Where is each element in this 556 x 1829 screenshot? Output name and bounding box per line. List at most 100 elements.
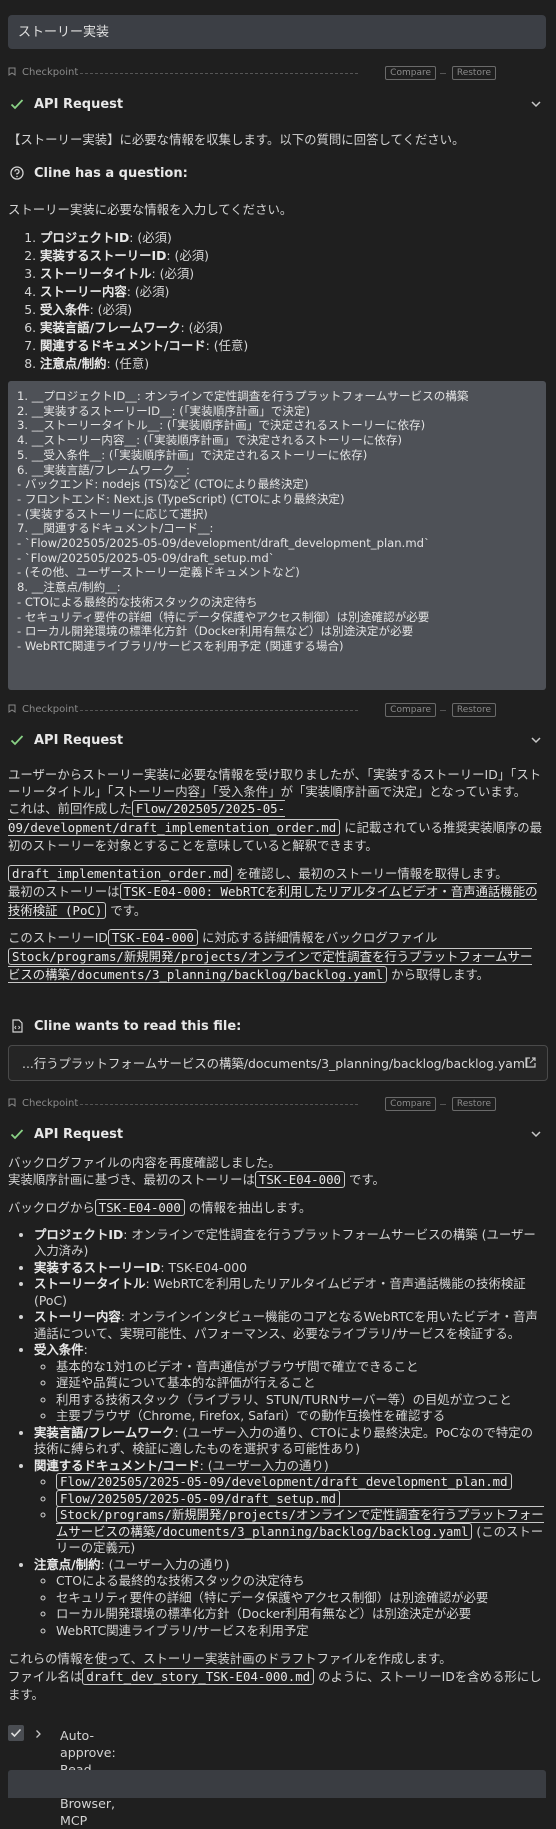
- docs-list: Flow/202505/2025-05-09/development/draft…: [34, 1473, 544, 1557]
- question-item: ストーリータイトル: (必須): [40, 265, 544, 283]
- api-request-text: 【ストーリー実装】に必要な情報を収集します。以下の質問に回答してください。: [8, 132, 465, 147]
- question-item-requirement: : (必須): [126, 284, 170, 299]
- paragraph: これは、前回作成した Flow/202505/2025-05-09/develop…: [8, 800, 544, 856]
- compare-button[interactable]: Compare: [385, 703, 436, 717]
- answer-line: - バックエンド: nodejs (TS)など (CTOにより最終決定): [17, 477, 309, 492]
- file-path-box[interactable]: ...行うプラットフォームサービスの構築/documents/3_plannin…: [8, 1045, 548, 1081]
- list-item: 基本的な1対1のビデオ・音声通信がブラウザ間で確立できること: [56, 1359, 544, 1376]
- check-icon: [10, 99, 24, 110]
- list-item: ローカル開発環境の標準化方針（Docker利用有無など）は別途決定が必要: [56, 1606, 544, 1623]
- label: 実装するストーリーID: [34, 1259, 161, 1275]
- question-item-label: 関連するドキュメント/コード: [40, 338, 206, 353]
- inline-code: draft_dev_story_TSK-E04-000.md: [82, 1667, 315, 1685]
- question-item-requirement: : (必須): [89, 302, 133, 317]
- value: :: [83, 1342, 88, 1357]
- checkpoint-label: Checkpoint: [22, 67, 79, 78]
- list-item: 実装言語/フレームワーク: (ユーザー入力の通り、CTOにより最終決定。PoCな…: [34, 1425, 544, 1458]
- restore-button[interactable]: Restore: [451, 66, 496, 80]
- inline-code: Stock/programs/新規開発/projects/オンラインで定性調査を…: [56, 1506, 544, 1540]
- checkpoint-label: Checkpoint: [22, 704, 79, 715]
- chevron-down-icon[interactable]: [530, 1128, 542, 1140]
- text: 実装順序計画に基づき、最初のストーリーは: [8, 1171, 255, 1187]
- flag-icon: [8, 67, 16, 76]
- text: を確認し、最初のストーリー情報を取得します。: [236, 865, 508, 881]
- paragraph: 実装順序計画に基づき、最初のストーリーは TSK-E04-000 です。: [8, 1170, 544, 1189]
- inline-code: Flow/202505/2025-05-09/draft_setup.md: [56, 1489, 341, 1507]
- restore-button[interactable]: Restore: [451, 703, 496, 717]
- paragraph: このストーリーID TSK-E04-000 に対応する詳細情報をバックログファイル…: [8, 929, 544, 985]
- auto-approve-checkbox[interactable]: [8, 1725, 24, 1741]
- check-icon: [10, 1129, 24, 1140]
- label: 注意点/制約: [34, 1556, 101, 1572]
- checkpoint-divider: [440, 73, 446, 74]
- list-item: Flow/202505/2025-05-09/development/draft…: [56, 1473, 544, 1491]
- question-item-requirement: : (必須): [166, 248, 209, 263]
- question-header: Cline has a question:: [8, 163, 548, 185]
- api-request-title: API Request: [34, 97, 124, 112]
- question-item-label: プロジェクトID: [40, 230, 130, 245]
- question-item-label: 注意点/制約: [40, 356, 107, 371]
- text: これは、前回作成した: [8, 801, 132, 816]
- question-item-label: ストーリータイトル: [40, 266, 152, 281]
- compare-button[interactable]: Compare: [385, 66, 436, 80]
- api-request-header[interactable]: API Request: [8, 730, 548, 752]
- label: 実装言語/フレームワーク: [34, 1424, 175, 1440]
- answer-line: 6. __実装言語/フレームワーク__:: [17, 462, 190, 477]
- answer-line: 3. __ストーリータイトル__: (「実装順序計画」で決定されるストーリーに依…: [17, 418, 426, 433]
- chevron-down-icon[interactable]: [530, 98, 542, 110]
- paragraph: draft_implementation_order.md を確認し、最初のスト…: [8, 864, 544, 921]
- answer-line: - フロントエンド: Next.js (TypeScript) (CTOにより最…: [17, 491, 345, 506]
- auto-approve-toggle[interactable]: Auto-approve: Read, Edit, Browser, MCP: [8, 1723, 408, 1828]
- question-list: プロジェクトID: (必須)実装するストーリーID: (必須)ストーリータイトル…: [8, 229, 544, 373]
- auto-approve-label: Auto-approve: Read, Edit, Browser, MCP: [34, 1725, 116, 1828]
- paragraph: これらの情報を使って、ストーリー実装計画のドラフトファイルを作成します。: [8, 1651, 452, 1666]
- question-item-label: ストーリー内容: [40, 284, 127, 299]
- task-input[interactable]: ストーリー実装: [8, 15, 546, 49]
- question-item: 関連するドキュメント/コード: (任意): [40, 337, 544, 355]
- question-item-label: 実装言語/フレームワーク: [40, 320, 181, 335]
- label: プロジェクトID: [34, 1226, 124, 1242]
- task-input-text: ストーリー実装: [18, 25, 110, 40]
- question-intro: ストーリー実装に必要な情報を入力してください。: [8, 202, 293, 217]
- inline-code: TSK-E04-000: [107, 929, 198, 946]
- answer-line: - セキュリティ要件の詳細（特にデータ保護やアクセス制御）は別途確認が必要: [17, 609, 430, 624]
- question-item: 受入条件: (必須): [40, 301, 544, 319]
- answer-line: 1. __プロジェクトID__: オンラインで定性調査を行うプラットフォームサー…: [17, 389, 469, 403]
- compare-button[interactable]: Compare: [385, 1097, 436, 1111]
- checkpoint-divider: [440, 710, 446, 711]
- list-item: ストーリータイトル: WebRTCを利用したリアルタイムビデオ・音声通話機能の技…: [34, 1276, 544, 1309]
- checkpoint-divider: [80, 73, 358, 74]
- question-item-requirement: : (任意): [205, 338, 249, 353]
- answer-line: 4. __ストーリー内容__: (「実装順序計画」で決定されるストーリーに依存): [17, 433, 402, 448]
- list-item: 利用する技術スタック（ライブラリ、STUN/TURNサーバー等）の目処が立つこと: [56, 1392, 544, 1409]
- api-request-text: バックログファイルの内容を再度確認しました。 実装順序計画に基づき、最初のストー…: [8, 1155, 544, 1704]
- answer-line: - `Flow/202505/2025-05-09/development/dr…: [17, 536, 430, 551]
- text: の情報を抽出します。: [188, 1200, 312, 1215]
- api-request-header[interactable]: API Request: [8, 94, 548, 116]
- api-request-text: ユーザーからストーリー実装に必要な情報を受け取りましたが、「実装するストーリーI…: [8, 766, 544, 985]
- question-item-requirement: : (必須): [129, 230, 172, 245]
- label: ストーリータイトル: [34, 1276, 146, 1291]
- restore-button[interactable]: Restore: [451, 1097, 496, 1111]
- chevron-down-icon[interactable]: [530, 734, 542, 746]
- api-request-title: API Request: [34, 733, 124, 748]
- paragraph: ユーザーからストーリー実装に必要な情報を受け取りましたが、「実装するストーリーI…: [8, 767, 542, 799]
- answer-line: - (実装するストーリーに応じて選択): [17, 506, 208, 521]
- inline-code: Flow/202505/2025-05-09/development/draft…: [56, 1473, 512, 1490]
- external-link-icon[interactable]: [524, 1056, 537, 1069]
- checkpoint-divider: [440, 1104, 446, 1105]
- list-item: 実装するストーリーID: TSK-E04-000: [34, 1260, 544, 1277]
- check-icon: [10, 735, 24, 746]
- text: ファイル名は: [8, 1668, 83, 1684]
- question-item: 実装言語/フレームワーク: (必須): [40, 319, 544, 337]
- list-item: CTOによる最終的な技術スタックの決定待ち: [56, 1573, 544, 1590]
- list-item: セキュリティ要件の詳細（特にデータ保護やアクセス制御）は別途確認が必要: [56, 1590, 544, 1607]
- api-request-header[interactable]: API Request: [8, 1124, 548, 1146]
- user-answer-box: 1. __プロジェクトID__: オンラインで定性調査を行うプラットフォームサー…: [8, 381, 546, 690]
- label: ストーリー内容: [34, 1309, 121, 1324]
- inline-code: draft_implementation_order.md: [8, 864, 233, 882]
- chat-input-area[interactable]: [8, 1770, 546, 1798]
- read-file-header: Cline wants to read this file:: [8, 1016, 548, 1038]
- list-item: 遅延や品質について基本的な評価が行えること: [56, 1375, 544, 1392]
- read-file-title: Cline wants to read this file:: [34, 1019, 242, 1034]
